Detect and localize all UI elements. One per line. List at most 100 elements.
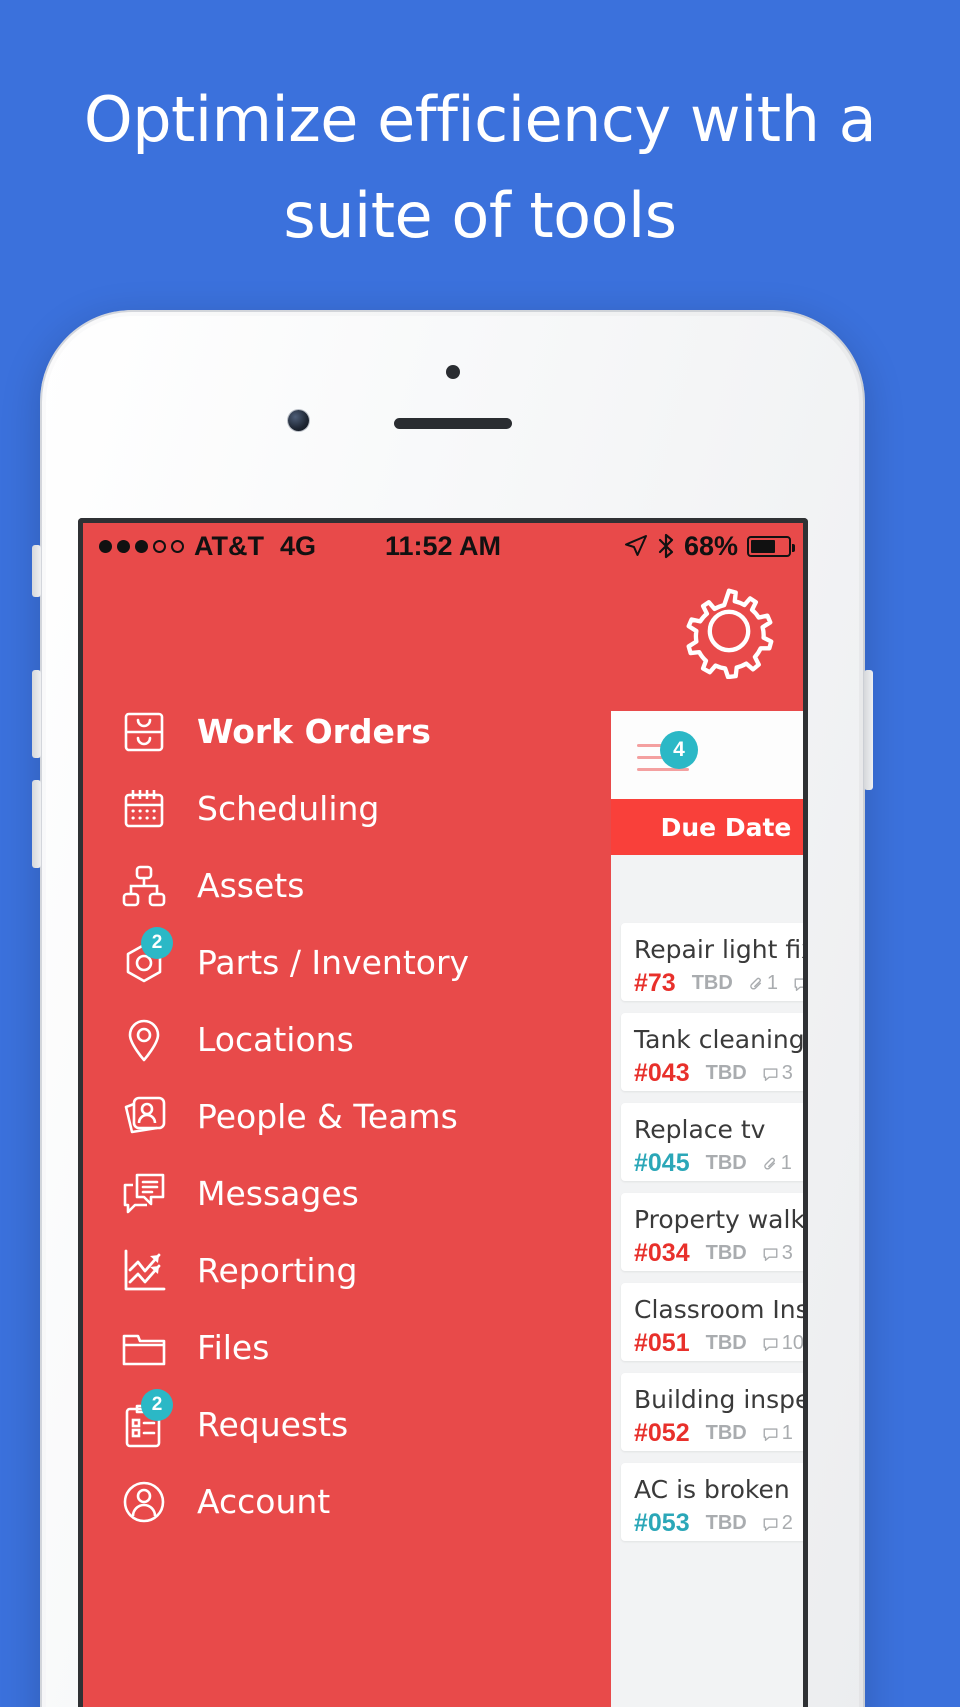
- sidebar-item-work-orders[interactable]: Work Orders: [83, 693, 623, 770]
- carrier-label: AT&T: [194, 530, 264, 561]
- comment-count: 3: [763, 1242, 793, 1265]
- work-order-id: #73: [634, 969, 676, 997]
- people-cards-icon: [113, 1089, 175, 1145]
- sidebar-item-scheduling[interactable]: Scheduling: [83, 770, 623, 847]
- sidebar-item-parts-inventory[interactable]: 2 Parts / Inventory: [83, 924, 623, 1001]
- phone-screen: AT&T 4G 11:52 AM 68% Work Orders Schedul…: [78, 518, 808, 1707]
- proximity-sensor-icon: [445, 365, 460, 379]
- work-order-row[interactable]: Building inspection #052 TBD 1 Unit: [621, 1373, 808, 1451]
- comment-count: 3: [763, 1062, 793, 1085]
- calendar-icon: [113, 781, 175, 837]
- clock-label: 11:52 AM: [384, 530, 502, 561]
- chat-bubbles-icon: [113, 1166, 175, 1222]
- tab-due-date-label: Due Date: [660, 812, 792, 842]
- sidebar-item-people-teams[interactable]: People & Teams: [83, 1078, 623, 1155]
- headline-line-2: suite of tools: [283, 179, 677, 252]
- work-order-status: TBD: [705, 1332, 747, 1354]
- comment-count: 2: [763, 1512, 793, 1535]
- work-order-list[interactable]: Repair light fixture #73 TBD 1: [611, 855, 808, 1707]
- comment-count-label: 1: [781, 1422, 793, 1444]
- sidebar-item-label: Messages: [197, 1174, 359, 1213]
- file-cabinet-icon: [113, 704, 175, 760]
- work-order-title: Classroom Inspection: [634, 1295, 808, 1324]
- sidebar-item-messages[interactable]: Messages: [83, 1155, 623, 1232]
- work-order-meta: #043 TBD 3: [634, 1059, 803, 1088]
- work-order-status: TBD: [705, 1152, 747, 1174]
- work-order-title: Tank cleaning and inspect: [634, 1025, 805, 1054]
- sidebar-item-label: Account: [197, 1482, 331, 1521]
- signal-strength-icon: [99, 539, 184, 553]
- status-bar-left: AT&T 4G: [99, 531, 316, 562]
- work-order-row[interactable]: Property walk through #034 TBD 3 Unit: [621, 1193, 805, 1271]
- paperclip-icon: [763, 1157, 775, 1170]
- phone-mockup: AT&T 4G 11:52 AM 68% Work Orders Schedul…: [32, 310, 873, 1707]
- work-order-title: Replace tv: [634, 1115, 766, 1144]
- attachment-count: 1: [763, 1152, 792, 1175]
- sidebar-menu: Work Orders Scheduling Assets 2 Parts / …: [83, 693, 623, 1540]
- mute-switch[interactable]: [32, 545, 41, 597]
- network-type-label: 4G: [279, 530, 317, 561]
- work-order-title: Building inspection: [634, 1385, 808, 1414]
- work-orders-panel: 4 Work Orders Due Date Repair light fixt…: [611, 523, 808, 1707]
- sidebar-item-reporting[interactable]: Reporting: [83, 1232, 623, 1309]
- comment-icon: [763, 1517, 778, 1531]
- map-pin-icon: [113, 1012, 175, 1068]
- comment-icon: [794, 977, 803, 991]
- comment-icon: [763, 1337, 778, 1351]
- comment-icon: [763, 1247, 778, 1261]
- sidebar-item-account[interactable]: Account: [83, 1463, 623, 1540]
- work-order-meta: #73 TBD 1 16: [634, 969, 803, 998]
- sidebar-item-locations[interactable]: Locations: [83, 1001, 623, 1078]
- panel-header: 4 Work Orders: [611, 711, 803, 799]
- sidebar-badge: 2: [141, 1388, 173, 1421]
- work-order-id: #053: [634, 1509, 690, 1537]
- comment-count: 1: [763, 1422, 793, 1445]
- sidebar-badge: 2: [141, 926, 173, 959]
- volume-up-button[interactable]: [32, 670, 41, 758]
- work-order-row[interactable]: Replace tv #045 TBD 1: [621, 1103, 803, 1181]
- user-circle-icon: [113, 1474, 175, 1530]
- work-order-meta: #034 TBD 3 Unit: [634, 1239, 803, 1268]
- sidebar-item-requests[interactable]: 2 Requests: [83, 1386, 623, 1463]
- work-order-status: TBD: [705, 1242, 747, 1264]
- comment-count: 10: [763, 1332, 803, 1355]
- sidebar-item-label: Work Orders: [197, 712, 431, 751]
- sidebar-item-label: Files: [197, 1328, 270, 1367]
- work-order-id: #052: [634, 1419, 690, 1447]
- sidebar-item-label: People & Teams: [197, 1097, 458, 1136]
- attachment-count-label: 1: [780, 1152, 792, 1174]
- filter-lines-icon[interactable]: 4: [637, 731, 698, 775]
- clipboard-icon: 2: [113, 1388, 175, 1453]
- comment-count: 16: [794, 972, 803, 995]
- sidebar-item-files[interactable]: Files: [83, 1309, 623, 1386]
- work-order-row[interactable]: Repair light fixture #73 TBD 1: [621, 923, 803, 1001]
- work-order-title: Property walk through: [634, 1205, 805, 1234]
- sidebar-item-label: Reporting: [197, 1251, 358, 1290]
- work-order-id: #051: [634, 1329, 690, 1357]
- filter-badge: 4: [660, 731, 698, 769]
- work-order-id: #045: [634, 1149, 690, 1177]
- line-chart-icon: [113, 1243, 175, 1299]
- work-order-row[interactable]: Tank cleaning and inspect #043 TBD 3: [621, 1013, 805, 1091]
- comment-count-label: 2: [781, 1512, 793, 1534]
- sidebar-item-label: Locations: [197, 1020, 354, 1059]
- sidebar-item-assets[interactable]: Assets: [83, 847, 623, 924]
- work-order-row[interactable]: Classroom Inspection #051 TBD 10: [621, 1283, 808, 1361]
- work-order-title: Repair light fixture: [634, 935, 803, 964]
- earpiece-speaker: [393, 418, 512, 429]
- work-order-status: TBD: [691, 972, 733, 994]
- work-order-meta: #045 TBD 1 5: [634, 1149, 803, 1178]
- front-camera-icon: [288, 410, 309, 431]
- sidebar-item-label: Assets: [197, 866, 305, 905]
- work-order-meta: #053 TBD 2: [634, 1509, 803, 1538]
- sidebar-item-label: Requests: [197, 1405, 349, 1444]
- tab-due-date[interactable]: Due Date: [611, 799, 803, 855]
- sitemap-icon: [113, 858, 175, 914]
- power-button[interactable]: [864, 670, 873, 790]
- work-order-row[interactable]: AC is broken #053 TBD 2: [621, 1463, 803, 1541]
- comment-icon: [763, 1427, 778, 1441]
- comment-icon: [763, 1067, 778, 1081]
- headline-line-1: Optimize efficiency with a: [83, 83, 877, 156]
- work-order-title: AC is broken: [634, 1475, 790, 1504]
- volume-down-button[interactable]: [32, 780, 41, 868]
